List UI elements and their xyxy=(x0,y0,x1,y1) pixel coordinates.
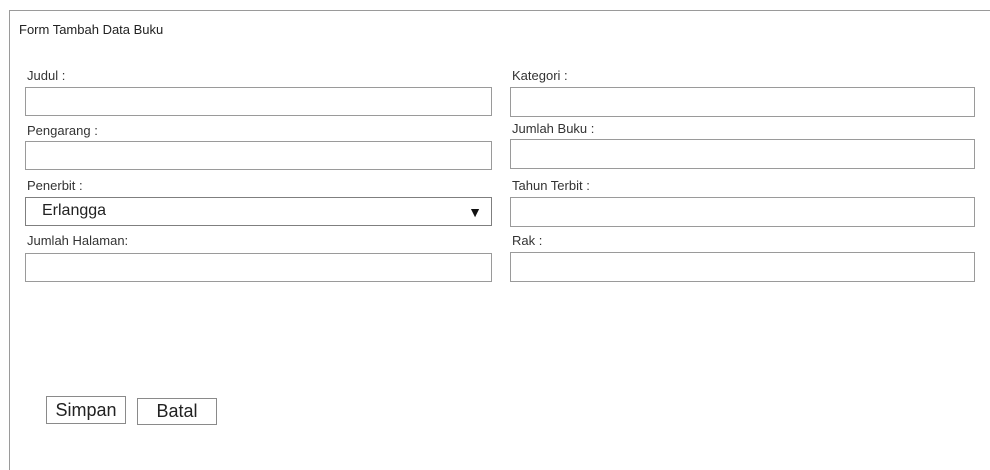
jumlah-halaman-input[interactable] xyxy=(25,253,492,282)
kategori-input[interactable] xyxy=(510,87,975,117)
pengarang-label: Pengarang : xyxy=(27,123,98,138)
penerbit-select[interactable]: Erlangga ▼ xyxy=(25,197,492,226)
form-title: Form Tambah Data Buku xyxy=(19,22,164,37)
judul-input[interactable] xyxy=(25,87,492,116)
tahun-terbit-input[interactable] xyxy=(510,197,975,227)
pengarang-input[interactable] xyxy=(25,141,492,170)
rak-label: Rak : xyxy=(512,233,543,248)
jumlah-buku-label: Jumlah Buku : xyxy=(512,121,595,136)
jumlah-halaman-label: Jumlah Halaman: xyxy=(27,233,129,248)
penerbit-label: Penerbit : xyxy=(27,178,83,193)
cancel-button[interactable]: Batal xyxy=(137,398,217,425)
caret-down-icon: ▼ xyxy=(468,204,482,220)
judul-label: Judul : xyxy=(27,68,66,83)
tahun-terbit-label: Tahun Terbit : xyxy=(512,178,590,193)
rak-input[interactable] xyxy=(510,252,975,282)
penerbit-selected-value: Erlangga xyxy=(42,202,107,219)
jumlah-buku-input[interactable] xyxy=(510,139,975,169)
kategori-label: Kategori : xyxy=(512,68,568,83)
save-button[interactable]: Simpan xyxy=(46,396,126,424)
